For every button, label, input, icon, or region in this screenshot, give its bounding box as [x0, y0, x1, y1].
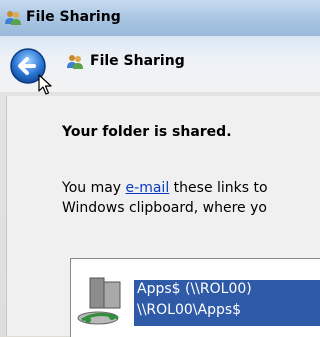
network-share-icon: [76, 276, 126, 332]
shared-heading: Your folder is shared.: [62, 124, 232, 140]
page-title: File Sharing: [90, 53, 185, 69]
title-bar[interactable]: File Sharing: [0, 0, 320, 36]
file-sharing-window: File Sharing File Sharing Your folder is…: [0, 0, 320, 337]
instructions-line-2: Windows clipboard, where yo: [62, 200, 267, 216]
share-path: \\ROL00\Apps$: [137, 302, 242, 318]
window-title: File Sharing: [26, 9, 121, 25]
instructions-text: You may: [62, 180, 126, 196]
users-icon: [4, 10, 22, 30]
email-link[interactable]: e-mail: [126, 180, 170, 196]
instructions-line-1: You may e-mail these links to: [62, 178, 320, 198]
users-icon: [66, 54, 84, 74]
mouse-cursor-icon: [38, 74, 52, 100]
instructions-text: these links to: [169, 180, 268, 196]
share-instructions: You may e-mail these links to Windows cl…: [62, 178, 320, 218]
share-name: Apps$ (\\ROL00): [137, 281, 252, 297]
